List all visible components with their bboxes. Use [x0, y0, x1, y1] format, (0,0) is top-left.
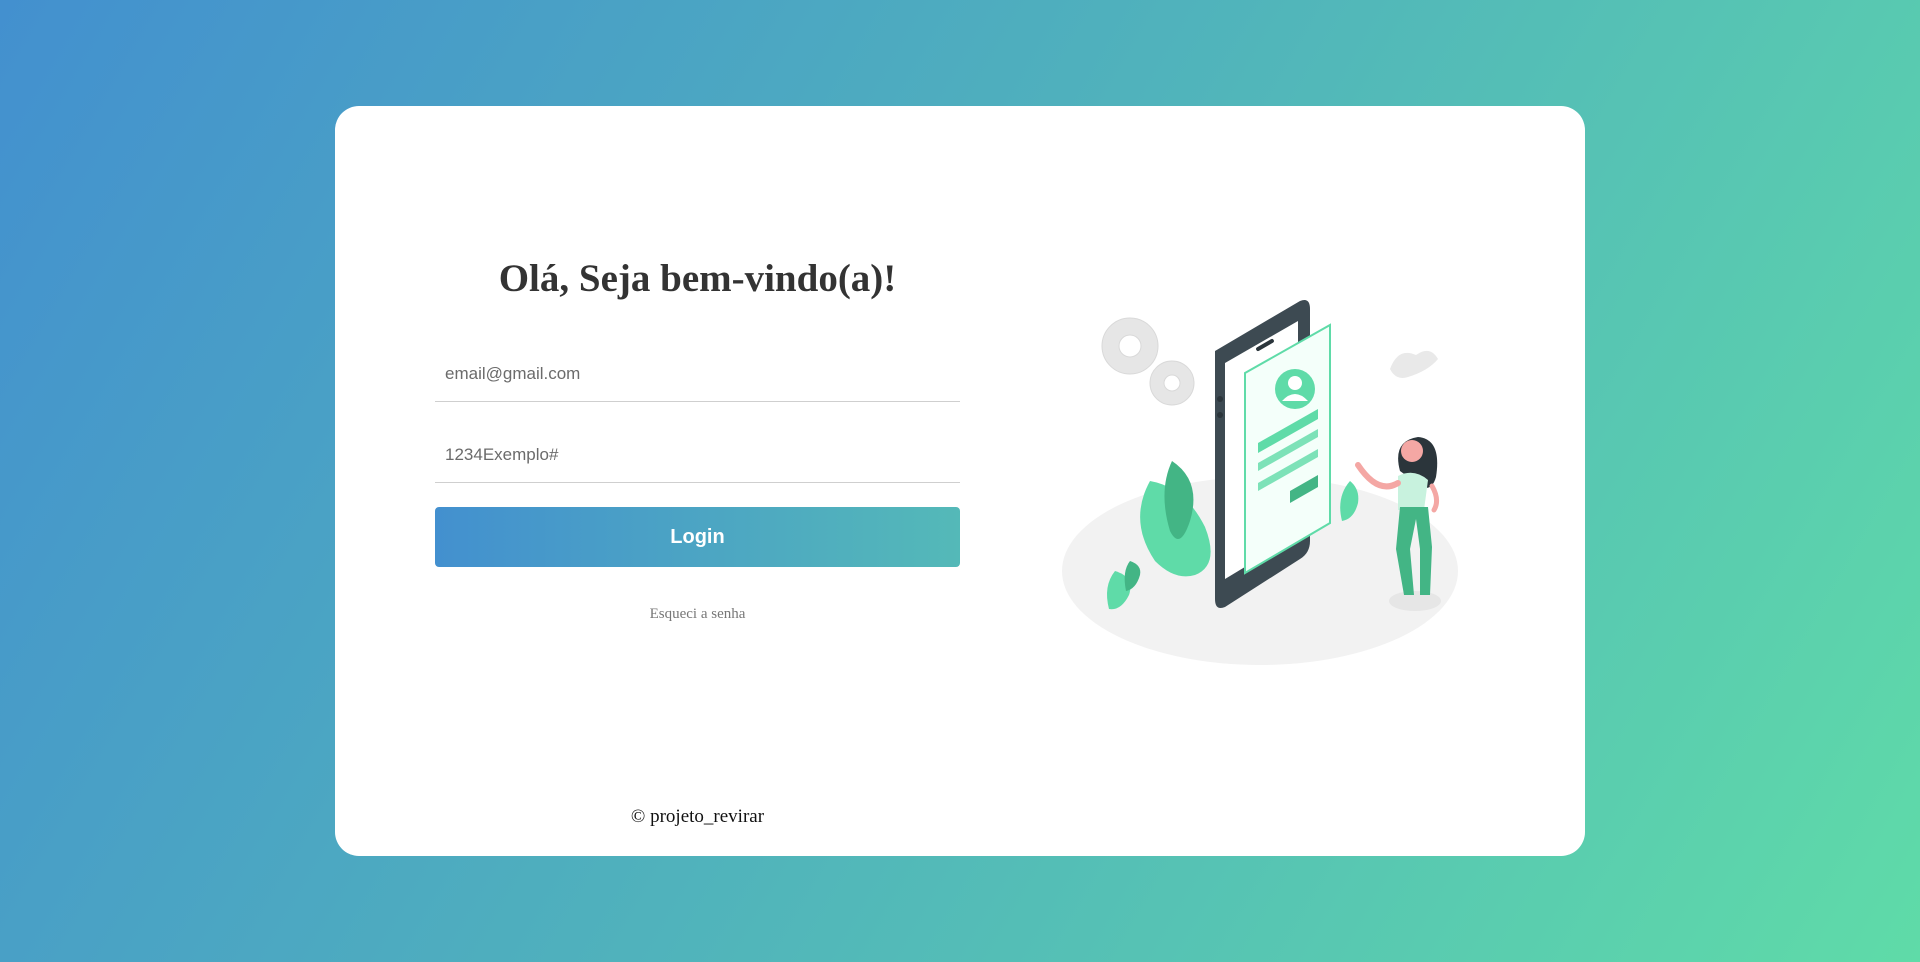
- copyright-text: © projeto_revirar: [630, 806, 765, 827]
- email-field[interactable]: [435, 346, 960, 402]
- password-field[interactable]: [435, 427, 960, 483]
- login-card: Olá, Seja bem-vindo(a)! Login Esqueci a …: [335, 106, 1585, 856]
- welcome-title: Olá, Seja bem-vindo(a)!: [498, 257, 897, 300]
- gear-icon: [1101, 317, 1195, 406]
- login-button[interactable]: Login: [435, 507, 960, 567]
- forgot-password-link[interactable]: Esqueci a senha: [435, 606, 960, 623]
- login-form: Olá, Seja bem-vindo(a)! Login Esqueci a …: [435, 106, 960, 856]
- mobile-login-illustration-icon: [1062, 300, 1458, 665]
